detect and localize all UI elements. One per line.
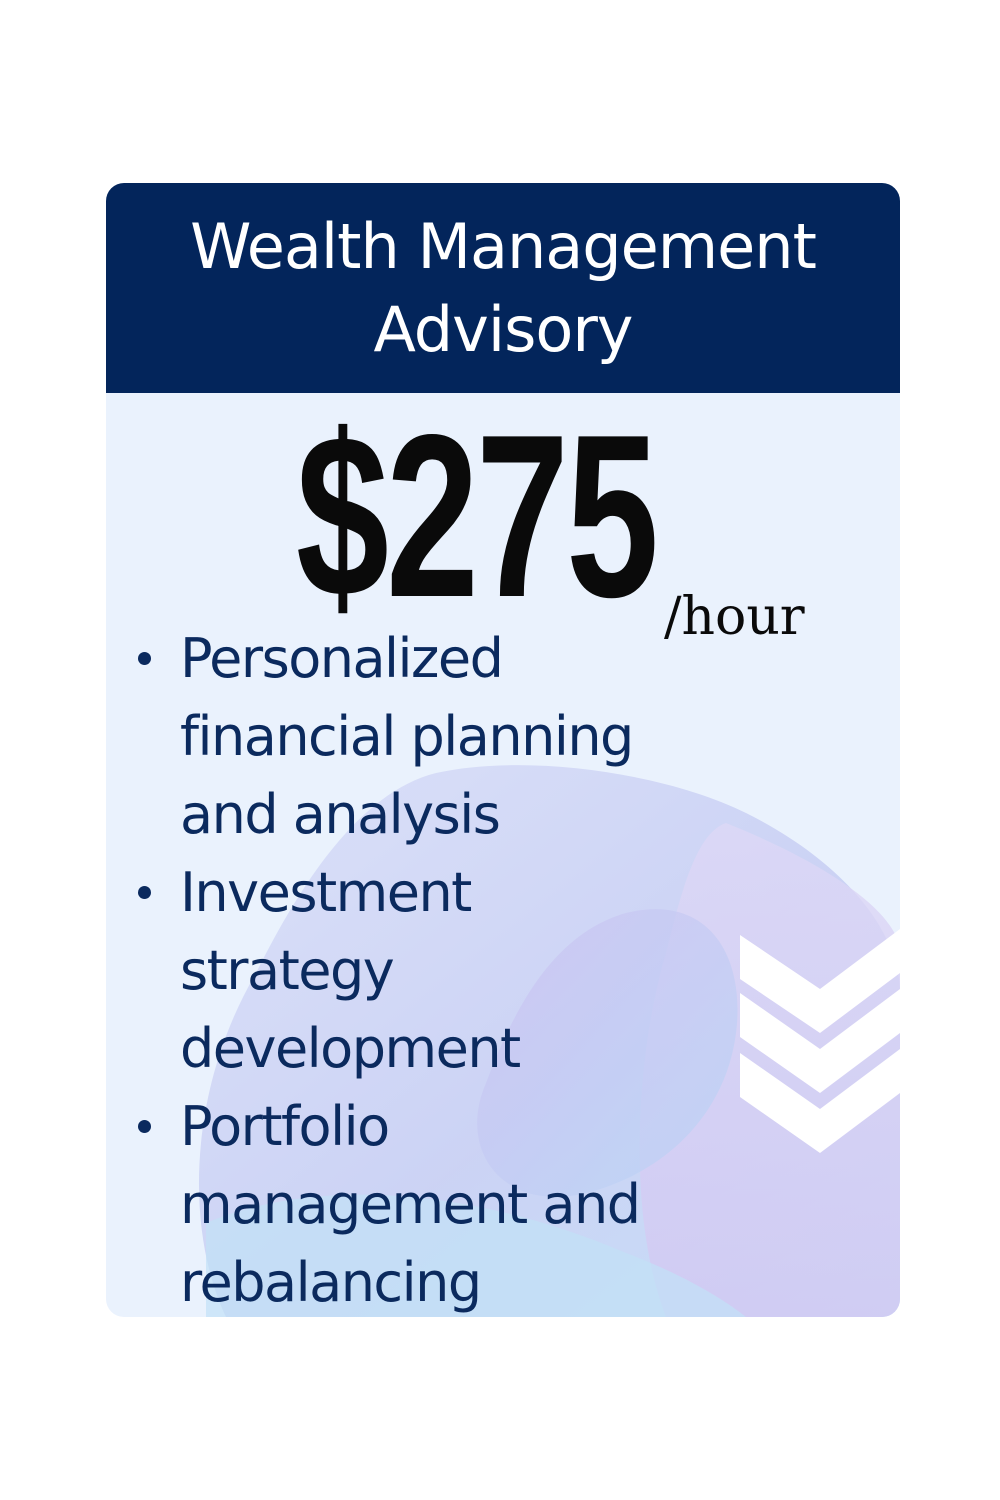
card-body: $275 /hour Personalized financial planni… — [106, 393, 900, 1317]
list-item: Portfolio management and rebalancing — [126, 1088, 686, 1317]
list-item: Personalized financial planning and anal… — [126, 620, 686, 854]
price-amount: $275 — [296, 393, 659, 646]
list-item: Investment strategy development — [126, 854, 686, 1088]
pricing-card: Wealth Management Advisory $275 /hour Pe… — [106, 183, 900, 1317]
bullet-icon — [138, 652, 151, 665]
bullet-icon — [138, 1120, 151, 1133]
feature-text: Investment strategy development — [180, 861, 521, 1080]
bullet-icon — [138, 886, 151, 899]
feature-text: Portfolio management and rebalancing — [180, 1095, 641, 1314]
card-title: Wealth Management Advisory — [190, 210, 817, 366]
card-header: Wealth Management Advisory — [106, 183, 900, 393]
feature-list: Personalized financial planning and anal… — [126, 620, 686, 1317]
feature-text: Personalized financial planning and anal… — [180, 627, 634, 846]
